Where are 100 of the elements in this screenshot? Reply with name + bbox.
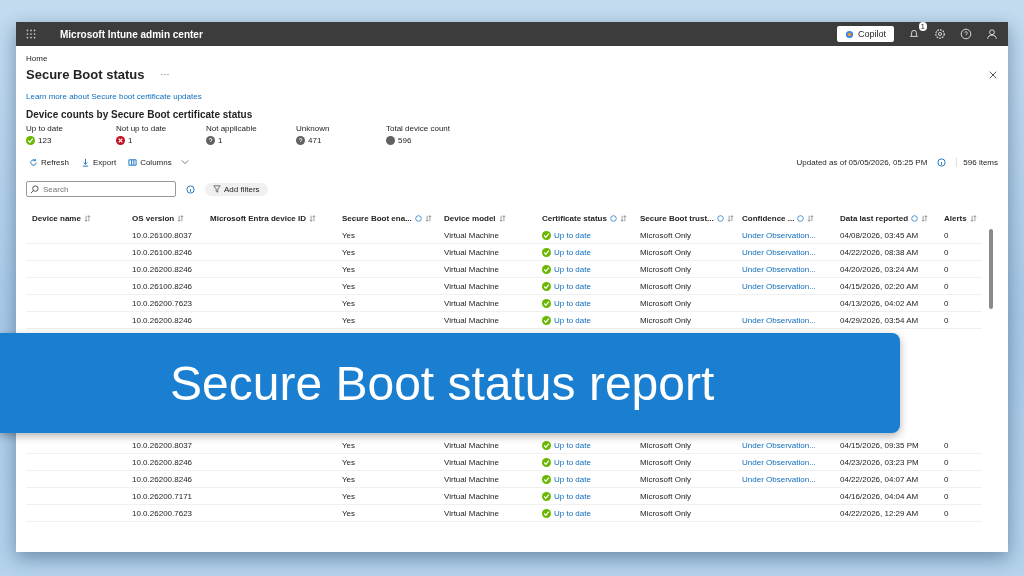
column-header[interactable]: Device model xyxy=(444,213,496,223)
confidence-link[interactable]: Under Observation... xyxy=(742,281,816,291)
export-button[interactable]: Export xyxy=(78,157,120,167)
table-cell: 0 xyxy=(944,457,949,467)
column-header[interactable]: Certificate status xyxy=(542,213,607,223)
table-cell: Microsoft Only xyxy=(640,281,692,291)
column-header[interactable]: Device name xyxy=(32,213,81,223)
status-icon xyxy=(26,136,35,145)
status-link[interactable]: Up to date xyxy=(554,508,591,518)
table-cell: Microsoft Only xyxy=(640,474,692,484)
table-cell: 04/15/2026, 02:20 AM xyxy=(840,281,919,291)
status-link[interactable]: Up to date xyxy=(554,491,591,501)
table-cell: Microsoft Only xyxy=(640,230,692,240)
export-icon xyxy=(81,157,90,167)
status-link[interactable]: Up to date xyxy=(554,474,591,484)
confidence-link[interactable]: Under Observation... xyxy=(742,264,816,274)
confidence-link[interactable]: Under Observation... xyxy=(742,247,816,257)
table-cell: Yes xyxy=(342,315,356,325)
sort-icon[interactable] xyxy=(726,214,734,222)
check-icon xyxy=(542,315,551,325)
confidence-link[interactable]: Under Observation... xyxy=(742,315,816,325)
bell-icon[interactable] xyxy=(908,28,920,40)
confidence-link[interactable]: Under Observation... xyxy=(742,457,816,467)
column-header[interactable]: Microsoft Entra device ID xyxy=(210,213,307,223)
check-icon xyxy=(542,298,551,308)
count-label: Total device count xyxy=(386,124,451,133)
column-header[interactable]: Alerts xyxy=(944,213,967,223)
check-icon xyxy=(542,440,551,450)
confidence-link[interactable]: Under Observation... xyxy=(742,474,816,484)
breadcrumb-link[interactable]: Home xyxy=(26,54,48,63)
status-icon xyxy=(116,136,125,145)
check-icon xyxy=(542,230,551,240)
column-header[interactable]: Secure Boot trust... xyxy=(640,213,714,223)
app-launcher-icon[interactable] xyxy=(26,29,36,39)
item-count: 596 items xyxy=(956,157,998,167)
sort-icon[interactable] xyxy=(969,214,977,222)
add-filters-button[interactable]: Add filters xyxy=(205,182,268,196)
sort-icon[interactable] xyxy=(309,214,317,222)
table-cell: 10.0.26200.7623 xyxy=(132,508,193,518)
table-cell: 04/22/2026, 04:07 AM xyxy=(840,474,919,484)
search-field[interactable]: Search xyxy=(26,181,176,197)
count-label: Up to date xyxy=(26,124,63,133)
column-header[interactable]: OS version xyxy=(132,213,175,223)
table-cell: Yes xyxy=(342,281,356,291)
table-cell: Microsoft Only xyxy=(640,298,692,308)
check-icon xyxy=(542,247,551,257)
help-icon[interactable] xyxy=(960,28,972,40)
table-cell: Virtual Machine xyxy=(444,508,499,518)
table-cell: Virtual Machine xyxy=(444,264,499,274)
sort-icon[interactable] xyxy=(424,214,432,222)
info-icon xyxy=(609,214,617,222)
count-label: Not up to date xyxy=(116,124,167,133)
sort-icon[interactable] xyxy=(83,214,91,222)
status-link[interactable]: Up to date xyxy=(554,457,591,467)
count-value: 471 xyxy=(308,136,322,145)
sort-icon[interactable] xyxy=(498,214,506,222)
sort-icon[interactable] xyxy=(177,214,185,222)
status-link[interactable]: Up to date xyxy=(554,281,591,291)
confidence-link[interactable]: Under Observation... xyxy=(742,440,816,450)
table-cell: Virtual Machine xyxy=(444,474,499,484)
check-icon xyxy=(542,508,551,518)
status-link[interactable]: Up to date xyxy=(554,230,591,240)
close-icon[interactable] xyxy=(988,69,998,80)
copilot-button[interactable]: Copilot xyxy=(837,26,894,42)
status-icon xyxy=(206,136,215,145)
more-icon[interactable] xyxy=(160,73,171,76)
learn-more-link[interactable]: Learn more about Secure boot certificate updates xyxy=(26,92,202,101)
chevron-down-icon[interactable] xyxy=(180,159,189,165)
column-header[interactable]: Secure Boot ena... xyxy=(342,213,412,223)
status-link[interactable]: Up to date xyxy=(554,298,591,308)
table-cell: 10.0.26100.8246 xyxy=(132,281,193,291)
status-link[interactable]: Up to date xyxy=(554,264,591,274)
confidence-link[interactable]: Under Observation... xyxy=(742,230,816,240)
table-cell: 10.0.26200.8246 xyxy=(132,474,193,484)
sort-icon[interactable] xyxy=(807,214,815,222)
info-icon xyxy=(797,214,805,222)
columns-button[interactable]: Columns xyxy=(125,157,175,167)
status-link[interactable]: Up to date xyxy=(554,247,591,257)
table-cell: 10.0.26200.8246 xyxy=(132,264,193,274)
filter-icon xyxy=(213,185,221,193)
status-link[interactable]: Up to date xyxy=(554,315,591,325)
table-cell: Virtual Machine xyxy=(444,298,499,308)
count-value: 596 xyxy=(398,136,412,145)
person-icon[interactable] xyxy=(986,28,998,40)
count-label: Not applicable xyxy=(206,124,257,133)
status-link[interactable]: Up to date xyxy=(554,440,591,450)
table-cell: Virtual Machine xyxy=(444,440,499,450)
sort-icon[interactable] xyxy=(921,214,929,222)
sort-icon[interactable] xyxy=(619,214,627,222)
table-cell: 0 xyxy=(944,264,949,274)
table-cell: 04/15/2026, 09:35 PM xyxy=(840,440,919,450)
table-cell: 04/20/2026, 03:24 AM xyxy=(840,264,919,274)
column-header[interactable]: Data last reported xyxy=(840,213,909,223)
refresh-button[interactable]: Refresh xyxy=(26,157,72,167)
info-icon xyxy=(937,157,947,167)
table-cell: 04/16/2026, 04:04 AM xyxy=(840,491,919,501)
columns-icon xyxy=(128,157,138,167)
column-header[interactable]: Confidence ... xyxy=(742,213,795,223)
scrollbar[interactable] xyxy=(989,229,993,309)
settings-icon[interactable] xyxy=(934,28,946,40)
